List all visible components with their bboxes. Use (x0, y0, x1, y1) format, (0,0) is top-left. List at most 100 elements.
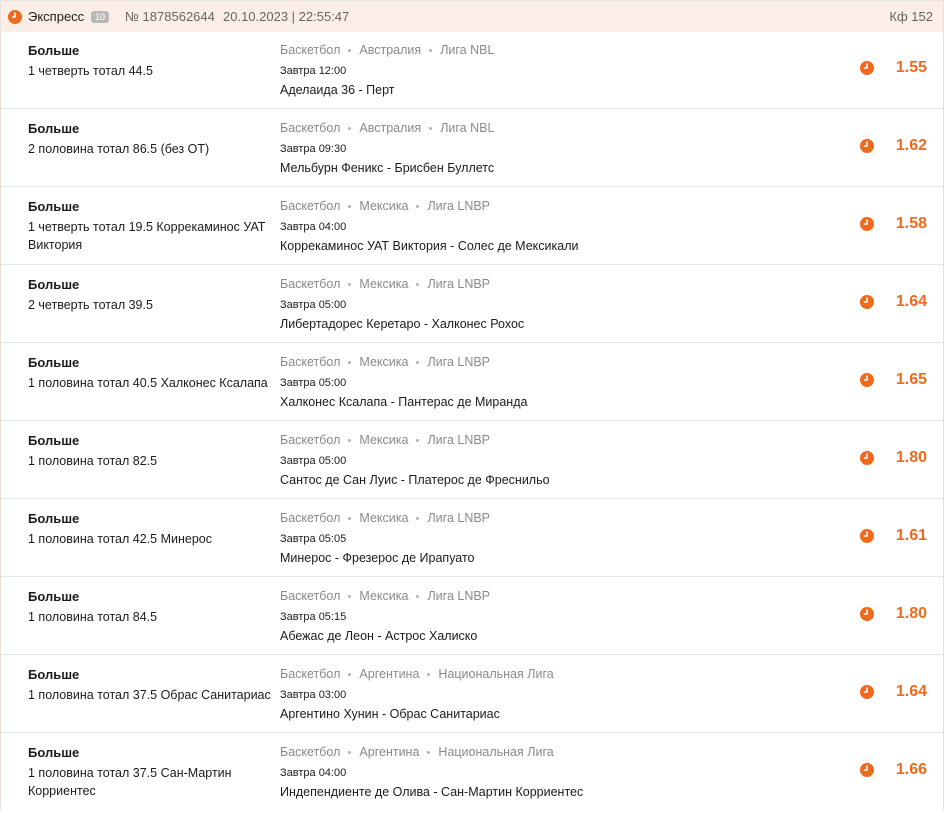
league-label: Лига LNBP (427, 355, 491, 369)
bet-selection-row[interactable]: Больше 2 четверть тотал 39.5 Баскетбол Ме… (1, 265, 943, 343)
clock-icon (860, 451, 874, 465)
event-time: Завтра 03:00 (280, 689, 347, 701)
selection-odds: 1.61 (895, 527, 927, 544)
separator-dot (429, 127, 433, 131)
match-name[interactable]: Аделаида 36 - Перт (280, 82, 394, 98)
league-label: Лига LNBP (427, 589, 491, 603)
separator-dot (348, 127, 352, 131)
separator-dot (416, 517, 420, 521)
bet-selection-row[interactable]: Больше 1 четверть тотал 19.5 Коррекамино… (1, 187, 943, 265)
separator-dot (416, 205, 420, 209)
selection-odds: 1.64 (895, 683, 927, 700)
league-label: Лига LNBP (427, 277, 491, 291)
bet-selection-row[interactable]: Больше 1 четверть тотал 44.5 Баскетбол Ав… (1, 31, 943, 109)
league-label: Лига LNBP (427, 511, 491, 525)
outcome-label: Больше (28, 745, 80, 760)
selection-odds: 1.64 (895, 293, 927, 310)
sport-label: Баскетбол (280, 667, 341, 681)
country-label: Мексика (359, 355, 409, 369)
separator-dot (348, 595, 352, 599)
event-time: Завтра 05:00 (280, 455, 347, 467)
market-label: 1 половина тотал 37.5 Обрас Санитариас (28, 688, 271, 702)
separator-dot (429, 49, 433, 53)
bet-selection-row[interactable]: Больше 1 половина тотал 84.5 Баскетбол Ме… (1, 577, 943, 655)
event-time: Завтра 04:00 (280, 767, 347, 779)
market-label: 1 четверть тотал 44.5 (28, 64, 153, 78)
clock-icon (860, 217, 874, 231)
event-path: Баскетбол Мексика Лига LNBP (280, 510, 490, 526)
bet-selection-row[interactable]: Больше 1 половина тотал 37.5 Обрас Санит… (1, 655, 943, 733)
event-path: Баскетбол Австралия Лига NBL (280, 120, 494, 136)
event-time: Завтра 12:00 (280, 65, 347, 77)
separator-dot (348, 673, 352, 677)
bet-selection-row[interactable]: Больше 1 половина тотал 82.5 Баскетбол Ме… (1, 421, 943, 499)
clock-icon (860, 763, 874, 777)
selection-odds: 1.55 (895, 59, 927, 76)
market-label: 1 половина тотал 84.5 (28, 610, 158, 624)
sport-label: Баскетбол (280, 121, 341, 135)
league-label: Лига LNBP (427, 433, 491, 447)
event-path: Баскетбол Аргентина Национальная Лига (280, 744, 554, 760)
market-label: 1 половина тотал 37.5 Сан-Мартин Корриен… (28, 766, 232, 798)
match-name[interactable]: Абежас де Леон - Астрос Халиско (280, 628, 477, 644)
market-label: 2 половина тотал 86.5 (без ОТ) (28, 142, 210, 156)
separator-dot (348, 49, 352, 53)
match-name[interactable]: Сантос де Сан Луис - Платерос де Фреснил… (280, 472, 550, 488)
country-label: Австралия (359, 43, 422, 57)
market-label: 1 половина тотал 42.5 Минерос (28, 532, 212, 546)
match-name[interactable]: Мельбурн Феникс - Брисбен Буллетс (280, 160, 494, 176)
market-label: 1 половина тотал 40.5 Халконес Ксалапа (28, 376, 268, 390)
clock-icon (860, 295, 874, 309)
match-name[interactable]: Халконес Ксалапа - Пантерас де Миранда (280, 394, 527, 410)
event-path: Баскетбол Мексика Лига LNBP (280, 354, 490, 370)
outcome-label: Больше (28, 667, 80, 682)
outcome-label: Больше (28, 511, 80, 526)
country-label: Мексика (359, 511, 409, 525)
selection-odds: 1.65 (895, 371, 927, 388)
event-time: Завтра 04:00 (280, 221, 347, 233)
outcome-label: Больше (28, 277, 80, 292)
separator-dot (348, 517, 352, 521)
country-label: Мексика (359, 199, 409, 213)
market-label: 2 четверть тотал 39.5 (28, 298, 153, 312)
bet-selection-row[interactable]: Больше 1 половина тотал 37.5 Сан-Мартин … (1, 733, 943, 811)
match-name[interactable]: Коррекаминос УАТ Виктория - Солес де Мек… (280, 238, 579, 254)
event-path: Баскетбол Мексика Лига LNBP (280, 432, 490, 448)
market-label: 1 четверть тотал 19.5 Коррекаминос УАТ В… (28, 220, 266, 252)
separator-dot (416, 439, 420, 443)
match-name[interactable]: Аргентино Хунин - Обрас Санитариас (280, 706, 500, 722)
selection-odds: 1.80 (895, 605, 927, 622)
league-label: Лига LNBP (427, 199, 491, 213)
league-label: Национальная Лига (438, 667, 554, 681)
sport-label: Баскетбол (280, 433, 341, 447)
match-name[interactable]: Либертадорес Керетаро - Халконес Рохос (280, 316, 524, 332)
separator-dot (416, 595, 420, 599)
clock-icon (8, 10, 22, 24)
country-label: Аргентина (359, 745, 420, 759)
event-time: Завтра 05:00 (280, 299, 347, 311)
clock-icon (860, 61, 874, 75)
match-name[interactable]: Минерос - Фрезерос де Ирапуато (280, 550, 475, 566)
outcome-label: Больше (28, 199, 80, 214)
separator-dot (348, 205, 352, 209)
country-label: Мексика (359, 589, 409, 603)
country-label: Австралия (359, 121, 422, 135)
bet-selection-row[interactable]: Больше 1 половина тотал 42.5 Минерос Бас… (1, 499, 943, 577)
sport-label: Баскетбол (280, 589, 341, 603)
event-time: Завтра 09:30 (280, 143, 347, 155)
clock-icon (860, 529, 874, 543)
sport-label: Баскетбол (280, 43, 341, 57)
bet-selection-row[interactable]: Больше 1 половина тотал 40.5 Халконес Кс… (1, 343, 943, 421)
country-label: Мексика (359, 433, 409, 447)
clock-icon (860, 685, 874, 699)
bet-type-title: Экспресс (28, 9, 85, 24)
match-name[interactable]: Индепендиенте де Олива - Сан-Мартин Корр… (280, 784, 583, 800)
sport-label: Баскетбол (280, 511, 341, 525)
league-label: Лига NBL (440, 43, 495, 57)
separator-dot (348, 751, 352, 755)
express-header[interactable]: Экспресс 10 № 1878562644 20.10.2023 | 22… (0, 0, 944, 32)
selection-odds: 1.80 (895, 449, 927, 466)
bet-selection-row[interactable]: Больше 2 половина тотал 86.5 (без ОТ) Ба… (1, 109, 943, 187)
sport-label: Баскетбол (280, 355, 341, 369)
event-time: Завтра 05:00 (280, 377, 347, 389)
